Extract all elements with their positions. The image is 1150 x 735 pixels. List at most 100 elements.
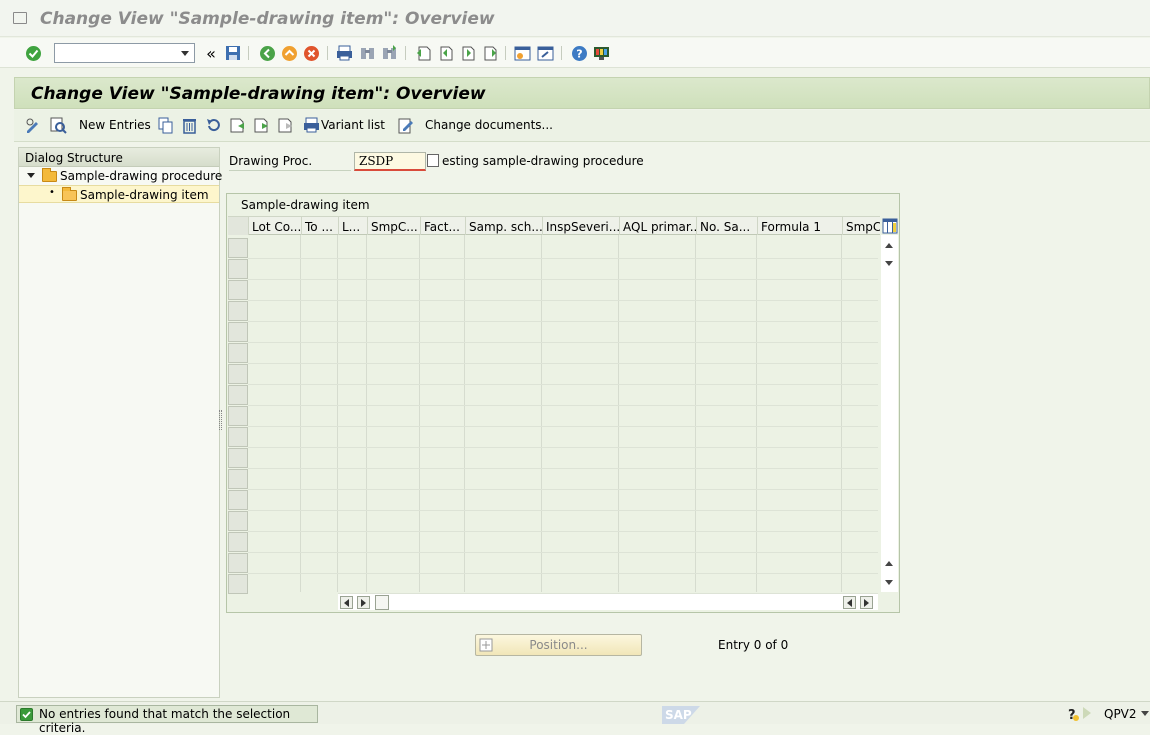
- column-header[interactable]: SmpC...: [367, 217, 420, 235]
- copy-as-icon[interactable]: [156, 116, 174, 134]
- row-divider: [248, 300, 878, 301]
- shortcut-icon[interactable]: [536, 44, 554, 62]
- display-change-icon[interactable]: [24, 116, 42, 134]
- column-header[interactable]: InspSeveri...: [542, 217, 619, 235]
- vertical-scrollbar[interactable]: [881, 235, 898, 592]
- next-page-icon[interactable]: [458, 44, 476, 62]
- exit-icon[interactable]: [280, 44, 298, 62]
- find-next-icon[interactable]: [380, 44, 398, 62]
- change-documents-icon[interactable]: [396, 116, 414, 134]
- display-details-icon[interactable]: [49, 116, 67, 134]
- row-selector[interactable]: [228, 574, 248, 594]
- column-header[interactable]: Fact...: [420, 217, 465, 235]
- column-divider: [618, 235, 619, 592]
- cancel-icon[interactable]: [302, 44, 320, 62]
- help-status-icon[interactable]: ?: [1066, 706, 1080, 723]
- entry-counter: Entry 0 of 0: [718, 638, 789, 652]
- window-title-bar: Change View "Sample-drawing item": Overv…: [0, 0, 1150, 37]
- column-header[interactable]: SmpC.: [842, 217, 880, 235]
- drawing-proc-label: Drawing Proc.: [229, 154, 313, 168]
- sap-logo: SAP: [662, 704, 702, 724]
- row-selector[interactable]: [228, 259, 248, 279]
- back-icon[interactable]: [258, 44, 276, 62]
- row-selector[interactable]: [228, 238, 248, 258]
- create-session-icon[interactable]: [513, 44, 531, 62]
- row-selector[interactable]: [228, 343, 248, 363]
- help-icon[interactable]: ?: [570, 44, 588, 62]
- layout-menu-icon[interactable]: [592, 44, 610, 62]
- row-selector[interactable]: [228, 364, 248, 384]
- scroll-page-down-icon[interactable]: [885, 580, 893, 585]
- tree-node-sample-drawing-item[interactable]: • Sample-drawing item: [19, 185, 219, 203]
- scroll-down-icon[interactable]: [885, 261, 893, 266]
- print-icon[interactable]: [335, 44, 353, 62]
- variant-list-button[interactable]: Variant list: [321, 118, 385, 132]
- last-page-icon[interactable]: [480, 44, 498, 62]
- row-selector[interactable]: [228, 469, 248, 489]
- printer-icon[interactable]: [302, 116, 320, 134]
- system-id[interactable]: QPV2: [1104, 707, 1137, 721]
- command-field[interactable]: [54, 43, 195, 63]
- value-help-icon[interactable]: [427, 154, 439, 167]
- scroll-left-end-icon[interactable]: [843, 596, 856, 609]
- row-selector[interactable]: [228, 448, 248, 468]
- row-selector[interactable]: [228, 322, 248, 342]
- row-divider: [248, 279, 878, 280]
- deselect-all-icon[interactable]: [276, 116, 294, 134]
- enter-check-icon[interactable]: [24, 44, 42, 62]
- expand-arrow-icon[interactable]: [27, 173, 35, 178]
- row-divider: [248, 447, 878, 448]
- row-selector[interactable]: [228, 301, 248, 321]
- row-selector[interactable]: [228, 385, 248, 405]
- row-selector[interactable]: [228, 511, 248, 531]
- position-icon: [479, 638, 493, 652]
- tree-node-sample-drawing-procedure[interactable]: Sample-drawing procedure: [19, 167, 222, 185]
- application-toolbar: New Entries Variant list Change document…: [14, 110, 1150, 142]
- column-header[interactable]: Lot Co...: [248, 217, 301, 235]
- column-header[interactable]: L...: [338, 217, 367, 235]
- column-header[interactable]: To ...: [301, 217, 338, 235]
- window-menu-icon[interactable]: [13, 12, 27, 24]
- row-divider: [248, 426, 878, 427]
- find-icon[interactable]: [358, 44, 376, 62]
- select-block-icon[interactable]: [252, 116, 270, 134]
- play-triangle-icon[interactable]: [1083, 707, 1091, 719]
- row-selector[interactable]: [228, 532, 248, 552]
- column-header[interactable]: Samp. sch...: [465, 217, 542, 235]
- column-divider: [756, 235, 757, 592]
- position-button[interactable]: Position...: [475, 634, 642, 656]
- previous-page-icon[interactable]: [436, 44, 454, 62]
- column-header[interactable]: AQL primar...: [619, 217, 696, 235]
- save-icon[interactable]: [224, 44, 242, 62]
- scroll-right-end-icon[interactable]: [860, 596, 873, 609]
- column-header[interactable]: Formula 1: [757, 217, 842, 235]
- system-dropdown-icon[interactable]: [1141, 711, 1149, 716]
- delete-icon[interactable]: [180, 116, 198, 134]
- select-all-icon[interactable]: [228, 116, 246, 134]
- select-all-rows-button[interactable]: [228, 217, 248, 235]
- row-selector[interactable]: [228, 280, 248, 300]
- scroll-left-icon[interactable]: [340, 596, 353, 609]
- row-selector[interactable]: [228, 406, 248, 426]
- chevron-down-icon[interactable]: [181, 51, 189, 56]
- first-page-icon[interactable]: [414, 44, 432, 62]
- panel-splitter[interactable]: [219, 410, 222, 430]
- change-documents-button[interactable]: Change documents...: [425, 118, 553, 132]
- row-divider: [248, 342, 878, 343]
- collapse-double-chevron-icon[interactable]: «: [202, 44, 220, 63]
- row-selector[interactable]: [228, 553, 248, 573]
- status-message[interactable]: No entries found that match the selectio…: [16, 705, 318, 735]
- scroll-thumb[interactable]: [375, 595, 389, 610]
- horizontal-scrollbar[interactable]: [338, 593, 878, 610]
- row-selector[interactable]: [228, 490, 248, 510]
- drawing-proc-field[interactable]: ZSDP: [354, 152, 426, 171]
- table-settings-icon[interactable]: [882, 218, 898, 234]
- new-entries-button[interactable]: New Entries: [79, 118, 151, 132]
- scroll-page-up-icon[interactable]: [885, 561, 893, 566]
- scroll-up-icon[interactable]: [885, 243, 893, 248]
- column-header[interactable]: No. Sa...: [696, 217, 757, 235]
- svg-text:SAP: SAP: [665, 708, 692, 722]
- row-selector[interactable]: [228, 427, 248, 447]
- scroll-right-icon[interactable]: [357, 596, 370, 609]
- undo-change-icon[interactable]: [204, 116, 222, 134]
